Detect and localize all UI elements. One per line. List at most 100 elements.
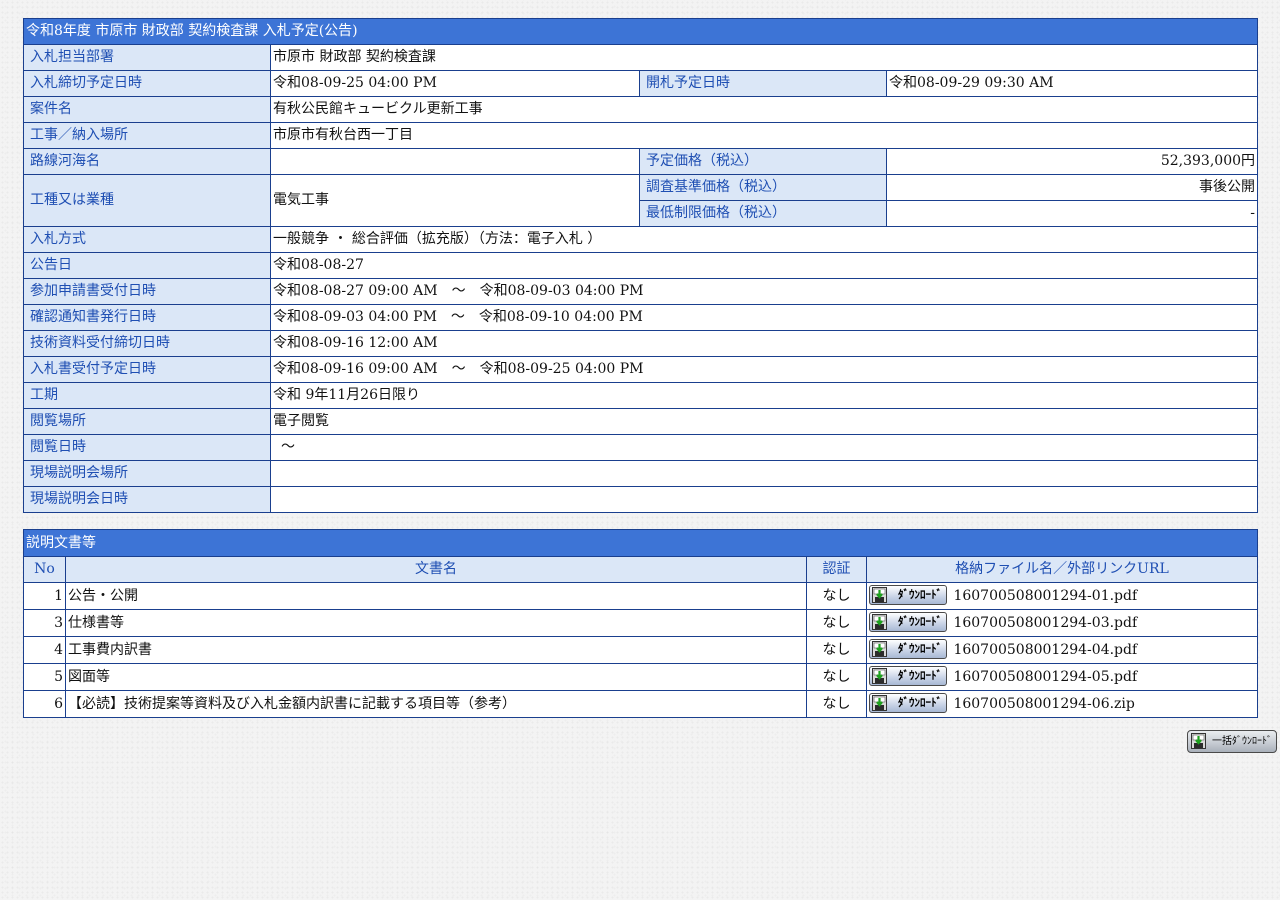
table-row: 3 仕様書等 なし ﾀﾞｳﾝﾛｰﾄﾞ 160700508001294-03.pd… bbox=[23, 609, 1258, 637]
doc-filename: 160700508001294-04.pdf bbox=[953, 642, 1138, 658]
doc-auth: なし bbox=[806, 609, 867, 637]
view-date-label: 閲覧日時 bbox=[23, 434, 271, 461]
survey-label: 調査基準価格（税込） bbox=[639, 174, 887, 201]
table-row: 6 【必読】技術提案等資料及び入札金額内訳書に記載する項目等（参考） なし ﾀﾞ… bbox=[23, 690, 1258, 718]
confirm-value: 令和08-09-03 04:00 PM ～ 令和08-09-10 04:00 P… bbox=[269, 304, 1259, 331]
table-row: 1 公告・公開 なし ﾀﾞｳﾝﾛｰﾄﾞ 160700508001294-01.p… bbox=[23, 582, 1258, 610]
pubdate-value: 令和08-08-27 bbox=[269, 252, 1259, 279]
apply-label: 参加申請書受付日時 bbox=[23, 278, 271, 305]
col-header-name: 文書名 bbox=[65, 556, 807, 583]
apply-value: 令和08-08-27 09:00 AM ～ 令和08-09-03 04:00 P… bbox=[269, 278, 1259, 305]
dept-value: 市原市 財政部 契約検査課 bbox=[269, 44, 1259, 71]
opening-value: 令和08-09-29 09:30 AM bbox=[885, 70, 1259, 97]
download-button[interactable]: ﾀﾞｳﾝﾛｰﾄﾞ bbox=[869, 638, 947, 659]
period-label: 工期 bbox=[23, 382, 271, 409]
bulk-download-button[interactable]: 一括ﾀﾞｳﾝﾛｰﾄﾞ bbox=[1187, 730, 1277, 753]
documents-title: 説明文書等 bbox=[23, 529, 1258, 557]
doc-filename: 160700508001294-01.pdf bbox=[953, 588, 1138, 604]
floppy-disk-download-icon bbox=[872, 613, 887, 630]
doc-auth: なし bbox=[806, 636, 867, 664]
route-value bbox=[270, 148, 640, 175]
table-row: 5 図面等 なし ﾀﾞｳﾝﾛｰﾄﾞ 160700508001294-05.pdf bbox=[23, 663, 1258, 691]
doc-name: 図面等 bbox=[65, 663, 807, 691]
download-button[interactable]: ﾀﾞｳﾝﾛｰﾄﾞ bbox=[869, 692, 947, 713]
pubdate-label: 公告日 bbox=[23, 252, 271, 279]
download-button-label: ﾀﾞｳﾝﾛｰﾄﾞ bbox=[898, 587, 942, 601]
doc-no: 4 bbox=[23, 636, 66, 664]
doc-name: 公告・公開 bbox=[65, 582, 807, 610]
doc-no: 1 bbox=[23, 582, 66, 610]
bulk-download-area: 一括ﾀﾞｳﾝﾛｰﾄﾞ bbox=[1187, 730, 1277, 753]
documents-body: 1 公告・公開 なし ﾀﾞｳﾝﾛｰﾄﾞ 160700508001294-01.p… bbox=[23, 582, 1258, 718]
site-date-label: 現場説明会日時 bbox=[23, 486, 271, 513]
bidrecv-label: 入札書受付予定日時 bbox=[23, 356, 271, 383]
tech-label: 技術資料受付締切日時 bbox=[23, 330, 271, 357]
doc-no: 6 bbox=[23, 690, 66, 718]
min-label: 最低制限価格（税込） bbox=[639, 200, 887, 227]
floppy-disk-download-icon bbox=[872, 667, 887, 684]
confirm-label: 確認通知書発行日時 bbox=[23, 304, 271, 331]
method-value: 一般競争 ・ 総合評価（拡充版）（方法：電子入札 ） bbox=[269, 226, 1259, 253]
documents-table: 説明文書等 No 文書名 認証 格納ファイル名／外部リンクURL 1 公告・公開… bbox=[23, 529, 1258, 718]
site-date-value bbox=[269, 486, 1259, 513]
doc-file-cell: ﾀﾞｳﾝﾛｰﾄﾞ 160700508001294-03.pdf bbox=[866, 609, 1258, 637]
type-label: 工種又は業種 bbox=[23, 174, 271, 227]
price-label: 予定価格（税込） bbox=[639, 148, 887, 175]
survey-value: 事後公開 bbox=[885, 174, 1259, 201]
download-button-label: ﾀﾞｳﾝﾛｰﾄﾞ bbox=[898, 668, 942, 682]
download-button-label: ﾀﾞｳﾝﾛｰﾄﾞ bbox=[898, 641, 942, 655]
doc-auth: なし bbox=[806, 582, 867, 610]
doc-filename: 160700508001294-03.pdf bbox=[953, 615, 1138, 631]
bulk-download-label: 一括ﾀﾞｳﾝﾛｰﾄﾞ bbox=[1212, 736, 1272, 747]
doc-file-cell: ﾀﾞｳﾝﾛｰﾄﾞ 160700508001294-01.pdf bbox=[866, 582, 1258, 610]
notice-table: 令和8年度 市原市 財政部 契約検査課 入札予定(公告) 入札担当部署 市原市 … bbox=[22, 18, 1259, 513]
doc-name: 工事費内訳書 bbox=[65, 636, 807, 664]
place-value: 市原市有秋台西一丁目 bbox=[269, 122, 1259, 149]
place-label: 工事／納入場所 bbox=[23, 122, 271, 149]
download-button[interactable]: ﾀﾞｳﾝﾛｰﾄﾞ bbox=[869, 665, 947, 686]
doc-auth: なし bbox=[806, 663, 867, 691]
col-header-file: 格納ファイル名／外部リンクURL bbox=[866, 556, 1258, 583]
route-label: 路線河海名 bbox=[23, 148, 271, 175]
period-value: 令和 9年11月26日限り bbox=[269, 382, 1259, 409]
download-button[interactable]: ﾀﾞｳﾝﾛｰﾄﾞ bbox=[869, 584, 947, 605]
case-value: 有秋公民館キュービクル更新工事 bbox=[269, 96, 1259, 123]
doc-no: 5 bbox=[23, 663, 66, 691]
doc-auth: なし bbox=[806, 690, 867, 718]
type-value: 電気工事 bbox=[270, 174, 640, 227]
site-place-label: 現場説明会場所 bbox=[23, 460, 271, 487]
page-wrapper: 令和8年度 市原市 財政部 契約検査課 入札予定(公告) 入札担当部署 市原市 … bbox=[22, 18, 1259, 718]
doc-file-cell: ﾀﾞｳﾝﾛｰﾄﾞ 160700508001294-05.pdf bbox=[866, 663, 1258, 691]
tech-value: 令和08-09-16 12:00 AM bbox=[269, 330, 1259, 357]
view-place-value: 電子閲覧 bbox=[269, 408, 1259, 435]
doc-file-cell: ﾀﾞｳﾝﾛｰﾄﾞ 160700508001294-04.pdf bbox=[866, 636, 1258, 664]
floppy-disk-download-icon bbox=[872, 640, 887, 657]
view-place-label: 閲覧場所 bbox=[23, 408, 271, 435]
view-date-value: ～ bbox=[269, 434, 1259, 461]
download-button-label: ﾀﾞｳﾝﾛｰﾄﾞ bbox=[898, 695, 942, 709]
notice-title: 令和8年度 市原市 財政部 契約検査課 入札予定(公告) bbox=[22, 18, 1259, 45]
doc-filename: 160700508001294-06.zip bbox=[953, 696, 1135, 712]
deadline-value: 令和08-09-25 04:00 PM bbox=[270, 70, 640, 97]
method-label: 入札方式 bbox=[23, 226, 271, 253]
min-value: - bbox=[885, 200, 1259, 227]
floppy-disk-download-icon bbox=[872, 694, 887, 711]
doc-no: 3 bbox=[23, 609, 66, 637]
price-value: 52,393,000円 bbox=[885, 148, 1259, 175]
doc-file-cell: ﾀﾞｳﾝﾛｰﾄﾞ 160700508001294-06.zip bbox=[866, 690, 1258, 718]
bidrecv-value: 令和08-09-16 09:00 AM ～ 令和08-09-25 04:00 P… bbox=[269, 356, 1259, 383]
site-place-value bbox=[269, 460, 1259, 487]
download-button[interactable]: ﾀﾞｳﾝﾛｰﾄﾞ bbox=[869, 611, 947, 632]
download-button-label: ﾀﾞｳﾝﾛｰﾄﾞ bbox=[898, 614, 942, 628]
opening-label: 開札予定日時 bbox=[639, 70, 887, 97]
deadline-label: 入札締切予定日時 bbox=[23, 70, 271, 97]
case-label: 案件名 bbox=[23, 96, 271, 123]
table-row: 4 工事費内訳書 なし ﾀﾞｳﾝﾛｰﾄﾞ 160700508001294-04.… bbox=[23, 636, 1258, 664]
floppy-disk-download-icon bbox=[1191, 733, 1206, 749]
col-header-auth: 認証 bbox=[806, 556, 867, 583]
dept-label: 入札担当部署 bbox=[23, 44, 271, 71]
doc-name: 仕様書等 bbox=[65, 609, 807, 637]
col-header-no: No bbox=[23, 556, 66, 583]
doc-filename: 160700508001294-05.pdf bbox=[953, 669, 1138, 685]
doc-name: 【必読】技術提案等資料及び入札金額内訳書に記載する項目等（参考） bbox=[65, 690, 807, 718]
